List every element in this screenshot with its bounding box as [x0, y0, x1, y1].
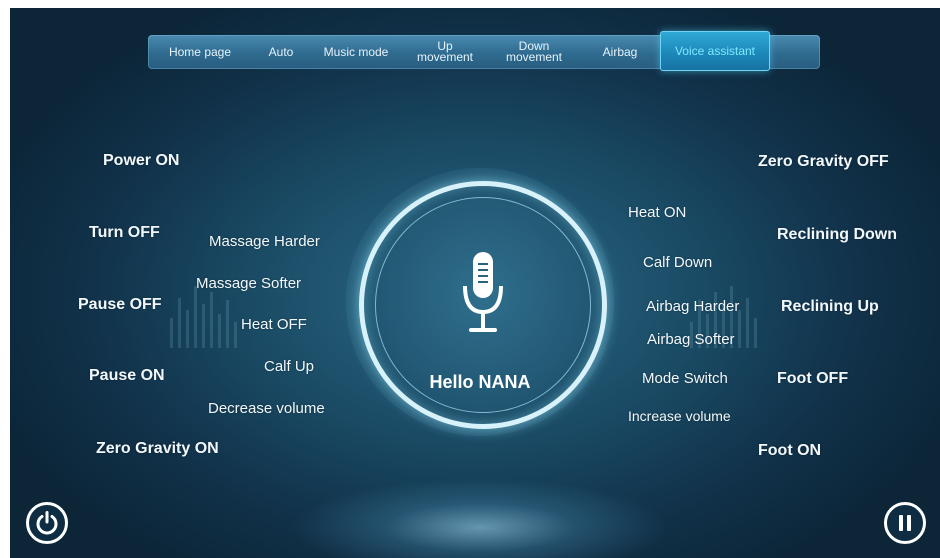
command-mode-switch[interactable]: Mode Switch: [642, 370, 728, 387]
command-airbag-softer[interactable]: Airbag Softer: [647, 331, 735, 348]
command-zero-gravity-on[interactable]: Zero Gravity ON: [96, 440, 219, 458]
voice-assistant-screen: Home page Auto Music mode Up movement Do…: [10, 8, 940, 558]
command-massage-softer[interactable]: Massage Softer: [196, 275, 301, 292]
microphone-icon: [463, 252, 503, 332]
command-decrease-volume[interactable]: Decrease volume: [208, 400, 325, 417]
tab-airbag[interactable]: Airbag: [580, 35, 660, 69]
command-pause-on[interactable]: Pause ON: [89, 367, 165, 385]
power-button[interactable]: [26, 502, 68, 544]
power-icon: [36, 511, 58, 535]
pause-button[interactable]: [884, 502, 926, 544]
tab-music-mode[interactable]: Music mode: [310, 35, 402, 69]
tab-voice-assistant[interactable]: Voice assistant: [660, 31, 770, 71]
command-reclining-down[interactable]: Reclining Down: [777, 226, 897, 244]
tab-up-movement[interactable]: Up movement: [402, 35, 488, 69]
command-massage-harder[interactable]: Massage Harder: [209, 233, 320, 250]
greeting-text: Hello NANA: [429, 372, 531, 392]
tab-down-movement[interactable]: Down movement: [488, 35, 580, 69]
top-navigation-bar: Home page Auto Music mode Up movement Do…: [148, 31, 820, 71]
command-turn-off[interactable]: Turn OFF: [89, 224, 160, 242]
command-power-on[interactable]: Power ON: [103, 152, 179, 170]
floor-glow: [290, 478, 670, 558]
command-foot-off[interactable]: Foot OFF: [777, 370, 848, 388]
command-reclining-up[interactable]: Reclining Up: [781, 298, 879, 316]
command-increase-volume[interactable]: Increase volume: [628, 408, 731, 424]
tab-auto[interactable]: Auto: [252, 35, 310, 69]
command-zero-gravity-off[interactable]: Zero Gravity OFF: [758, 153, 889, 171]
pause-icon: [899, 515, 911, 531]
command-pause-off[interactable]: Pause OFF: [78, 296, 162, 314]
command-heat-on[interactable]: Heat ON: [628, 204, 686, 221]
tab-home-page[interactable]: Home page: [148, 35, 252, 69]
command-heat-off[interactable]: Heat OFF: [241, 316, 307, 333]
command-foot-on[interactable]: Foot ON: [758, 442, 821, 460]
command-calf-down[interactable]: Calf Down: [643, 254, 712, 271]
command-airbag-harder[interactable]: Airbag Harder: [646, 298, 739, 315]
command-calf-up[interactable]: Calf Up: [264, 358, 314, 375]
